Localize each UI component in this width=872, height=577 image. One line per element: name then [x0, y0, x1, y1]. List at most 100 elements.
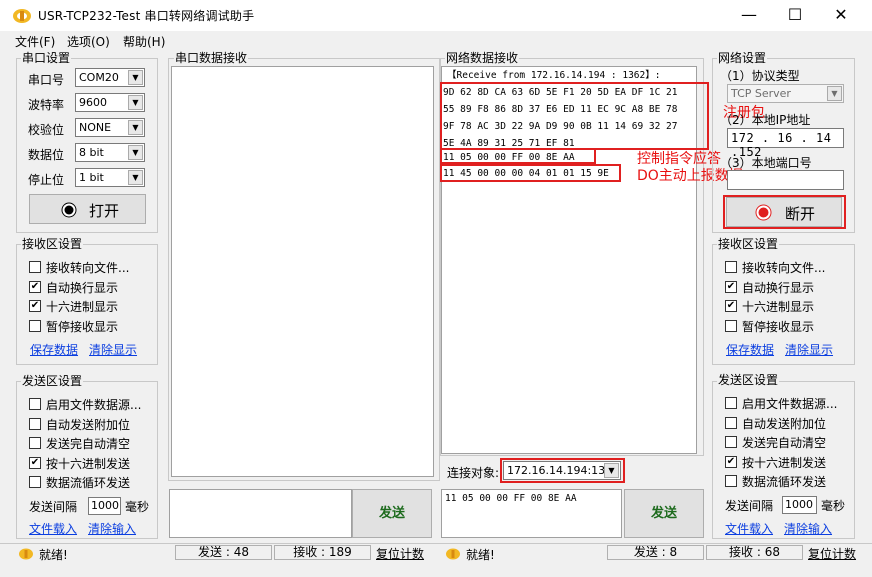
right-send-checkbox[interactable]: [725, 436, 737, 448]
right-recv-option-label[interactable]: 接收转向文件...: [742, 259, 825, 276]
baud-select[interactable]: 9600 ▼: [75, 93, 145, 112]
net-send-button[interactable]: 发送: [624, 489, 704, 538]
right-status-text: 就绪!: [466, 548, 495, 562]
parity-select[interactable]: NONE ▼: [75, 118, 145, 137]
databits-select[interactable]: 8 bit ▼: [75, 143, 145, 162]
serial-send-button[interactable]: 发送: [352, 489, 432, 538]
local-port-label: （3）本地端口号: [720, 156, 812, 170]
right-send-checkbox[interactable]: [725, 397, 737, 409]
left-interval-input[interactable]: 1000: [88, 497, 121, 515]
right-send-settings-title: 发送区设置: [717, 373, 780, 387]
left-send-option-label[interactable]: 自动发送附加位: [46, 416, 130, 433]
left-reset-count-button[interactable]: 复位计数: [376, 545, 424, 562]
right-recv-checkbox[interactable]: [725, 261, 737, 273]
app-logo-icon: [446, 548, 460, 560]
local-ip-input[interactable]: 172 . 16 . 14 .152: [727, 128, 844, 159]
left-recv-option-label[interactable]: 接收转向文件...: [46, 259, 129, 276]
right-send-option-label[interactable]: 数据流循环发送: [742, 473, 826, 490]
right-recv-checkbox[interactable]: [725, 319, 737, 332]
left-send-checkbox[interactable]: [29, 437, 41, 449]
right-recv-checkbox[interactable]: ✔: [725, 300, 737, 312]
menu-options[interactable]: 选项(O): [67, 33, 110, 50]
title-bar[interactable]: USR-TCP232-Test 串口转网络调试助手 — ☐ ✕: [0, 0, 872, 31]
left-send-option-label[interactable]: 发送完自动清空: [46, 435, 130, 452]
menu-bar: 文件(F) 选项(O) 帮助(H): [0, 31, 872, 50]
app-logo-icon: [13, 9, 31, 23]
left-send-option-label[interactable]: 按十六进制发送: [46, 455, 130, 472]
serial-send-input[interactable]: [169, 489, 352, 538]
net-recv-title: 网络数据接收: [445, 51, 520, 65]
right-recv-checkbox[interactable]: ✔: [725, 280, 737, 293]
left-recv-checkbox[interactable]: ✔: [29, 300, 41, 312]
right-clear-input-link[interactable]: 清除输入: [784, 520, 832, 537]
right-send-checkbox[interactable]: ✔: [725, 455, 737, 468]
right-send-option-label[interactable]: 自动发送附加位: [742, 415, 826, 432]
left-recv-checkbox[interactable]: [29, 261, 41, 273]
right-recv-option-label[interactable]: 自动换行显示: [742, 279, 814, 296]
left-recv-option-label[interactable]: 暂停接收显示: [46, 318, 118, 335]
port-label: 串口号: [28, 73, 65, 87]
local-port-input[interactable]: [727, 170, 844, 190]
left-save-data-link[interactable]: 保存数据: [30, 341, 78, 358]
serial-recv-title: 串口数据接收: [174, 51, 249, 65]
left-send-checkbox[interactable]: [29, 417, 41, 430]
right-interval-label: 发送间隔: [725, 499, 774, 513]
left-recv-option-label[interactable]: 十六进制显示: [46, 298, 118, 315]
left-recv-option-label[interactable]: 自动换行显示: [46, 279, 118, 296]
left-interval-label: 发送间隔: [29, 500, 78, 514]
left-send-settings-title: 发送区设置: [21, 374, 84, 388]
left-clear-input-link[interactable]: 清除输入: [88, 520, 136, 537]
net-settings-title: 网络设置: [717, 51, 768, 65]
left-clear-display-link[interactable]: 清除显示: [89, 341, 137, 358]
protocol-select[interactable]: TCP Server ▼: [727, 84, 844, 103]
right-sent-count: 发送 : 8: [607, 545, 704, 560]
left-send-checkbox[interactable]: [29, 476, 41, 488]
right-interval-unit: 毫秒: [821, 499, 846, 513]
parity-label: 校验位: [28, 123, 65, 137]
right-file-load-link[interactable]: 文件载入: [725, 520, 773, 537]
chevron-down-icon: ▼: [128, 120, 143, 135]
right-recv-option-label[interactable]: 暂停接收显示: [742, 318, 814, 335]
left-recv-checkbox[interactable]: ✔: [29, 280, 41, 293]
disconnect-highlight: [723, 195, 846, 229]
serial-recv-area[interactable]: [171, 66, 434, 477]
menu-file[interactable]: 文件(F): [15, 33, 55, 50]
left-recv-settings-title: 接收区设置: [21, 237, 84, 251]
close-button[interactable]: ✕: [818, 0, 864, 31]
protocol-label: （1）协议类型: [720, 69, 800, 83]
left-send-checkbox[interactable]: [29, 398, 41, 410]
left-send-checkbox[interactable]: ✔: [29, 456, 41, 469]
status-divider: [0, 543, 872, 544]
right-recv-count: 接收 : 68: [706, 545, 803, 560]
maximize-button[interactable]: ☐: [772, 0, 818, 31]
chevron-down-icon: ▼: [128, 95, 143, 110]
right-send-checkbox[interactable]: [725, 475, 737, 487]
left-recv-count: 接收 : 189: [274, 545, 371, 560]
right-interval-input[interactable]: 1000: [782, 496, 817, 514]
serial-settings-title: 串口设置: [21, 51, 72, 65]
minimize-button[interactable]: —: [726, 0, 772, 31]
app-logo-icon: [19, 548, 33, 560]
stopbits-select[interactable]: 1 bit ▼: [75, 168, 145, 187]
open-port-button[interactable]: 打开: [29, 194, 146, 224]
port-select[interactable]: COM20 ▼: [75, 68, 145, 87]
right-send-option-label[interactable]: 按十六进制发送: [742, 454, 826, 471]
left-send-option-label[interactable]: 启用文件数据源...: [46, 396, 141, 413]
right-save-data-link[interactable]: 保存数据: [726, 341, 774, 358]
left-recv-checkbox[interactable]: [29, 319, 41, 332]
databits-label: 数据位: [28, 148, 65, 162]
menu-help[interactable]: 帮助(H): [123, 33, 165, 50]
register-packet-highlight: [440, 82, 709, 150]
right-recv-option-label[interactable]: 十六进制显示: [742, 298, 814, 315]
left-send-option-label[interactable]: 数据流循环发送: [46, 474, 130, 491]
baud-label: 波特率: [28, 98, 65, 112]
right-clear-display-link[interactable]: 清除显示: [785, 341, 833, 358]
right-reset-count-button[interactable]: 复位计数: [808, 545, 856, 562]
right-send-option-label[interactable]: 发送完自动清空: [742, 434, 826, 451]
right-send-option-label[interactable]: 启用文件数据源...: [742, 395, 837, 412]
net-send-input[interactable]: 11 05 00 00 FF 00 8E AA: [441, 489, 622, 538]
chevron-down-icon: ▼: [128, 170, 143, 185]
chevron-down-icon: ▼: [128, 145, 143, 160]
right-send-checkbox[interactable]: [725, 416, 737, 429]
left-file-load-link[interactable]: 文件载入: [29, 520, 77, 537]
